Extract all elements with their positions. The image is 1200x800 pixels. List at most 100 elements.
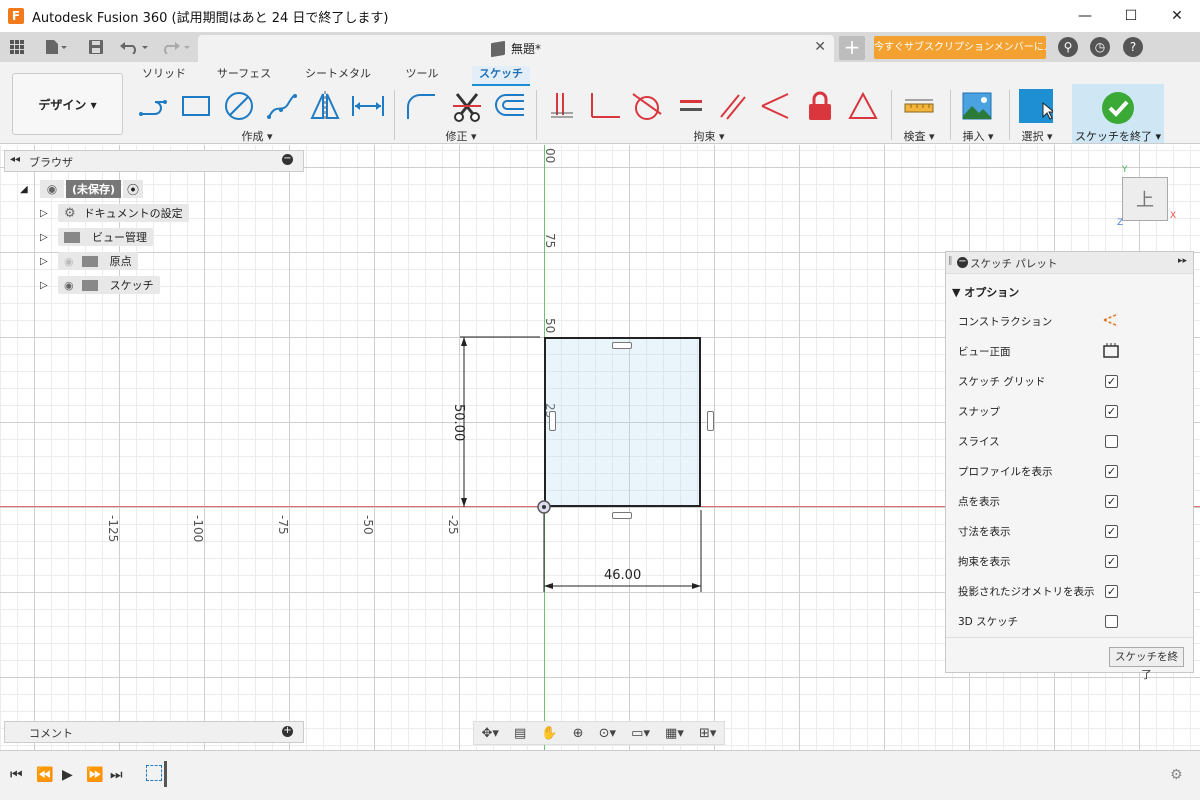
help-icon[interactable]: ? — [1123, 37, 1143, 57]
vertical-dimension-value[interactable]: 50.00 — [451, 404, 466, 444]
subscribe-button[interactable]: 今すぐサブスクリプションメンバーに... — [874, 36, 1046, 59]
modify-group-label[interactable]: 修正 ▾ — [436, 128, 486, 144]
step-forward-icon[interactable]: ⏩ — [86, 767, 103, 783]
tab-sketch[interactable]: スケッチ — [472, 66, 530, 86]
timeline-marker[interactable] — [164, 761, 167, 787]
select-group-label[interactable]: 選択 ▾ — [1014, 128, 1060, 144]
browser-minimize-icon[interactable]: − — [282, 154, 293, 165]
tab-tools[interactable]: ツール — [402, 66, 442, 86]
sketch-grid-checkbox[interactable]: ✓ — [1105, 375, 1118, 388]
equal-constraint-icon[interactable] — [674, 89, 708, 123]
tangent-constraint-icon[interactable] — [630, 89, 664, 123]
sketch-dimension-icon[interactable] — [351, 89, 385, 123]
insert-group-label[interactable]: 挿入 ▾ — [955, 128, 1001, 144]
tab-sheet-metal[interactable]: シートメタル — [304, 66, 372, 86]
browser-item-sketches[interactable]: ▷ ◉ スケッチ — [40, 275, 160, 295]
zoom-icon[interactable]: ⊕ — [573, 726, 584, 741]
fit-zoom-icon[interactable]: ⊙▾ — [599, 726, 616, 741]
trim-scissors-icon[interactable] — [450, 89, 484, 123]
show-points-checkbox[interactable]: ✓ — [1105, 495, 1118, 508]
palette-expand-icon[interactable]: ▸▸ — [1178, 256, 1187, 266]
save-icon[interactable] — [86, 32, 106, 62]
symmetry-triangle-icon[interactable] — [846, 89, 880, 123]
construction-icon[interactable] — [1102, 311, 1120, 332]
new-tab-button[interactable]: + — [839, 36, 865, 60]
show-profile-checkbox[interactable]: ✓ — [1105, 465, 1118, 478]
viewcube[interactable]: 上 — [1122, 177, 1168, 221]
tab-solid[interactable]: ソリッド — [142, 66, 186, 86]
expand-triangle-icon[interactable]: ◢ — [20, 184, 40, 195]
browser-item-origin[interactable]: ▷ ◉ 原点 — [40, 251, 138, 271]
sketch-feature-icon[interactable] — [146, 765, 162, 781]
show-dimensions-checkbox[interactable]: ✓ — [1105, 525, 1118, 538]
midpoint-constraint-icon[interactable] — [758, 89, 792, 123]
expand-chevron-icon[interactable]: ▷ — [40, 256, 50, 267]
palette-header[interactable]: ‖ − スケッチ パレット ▸▸ — [946, 252, 1193, 274]
grid-settings-icon[interactable]: ▦▾ — [665, 726, 684, 741]
go-to-start-icon[interactable]: ⏮ — [10, 767, 23, 783]
document-tab-close-icon[interactable]: ✕ — [814, 39, 826, 55]
create-group-label[interactable]: 作成 ▾ — [222, 128, 292, 144]
palette-finish-sketch-button[interactable]: スケッチを終了 — [1109, 647, 1184, 681]
orbit-icon[interactable]: ✥▾ — [482, 726, 499, 741]
hidden-eye-icon[interactable]: ◉ — [64, 255, 74, 268]
rectangle-tool-icon[interactable] — [179, 89, 213, 123]
data-panel-grid-icon[interactable] — [6, 32, 28, 62]
browser-root-row[interactable]: ◢ ◉ (未保存) ⦿ — [20, 179, 144, 199]
constraints-group-label[interactable]: 拘束 ▾ — [682, 128, 736, 144]
expand-chevron-icon[interactable]: ▷ — [40, 208, 50, 219]
notifications-clock-icon[interactable]: ◷ — [1090, 37, 1110, 57]
look-at-nav-icon[interactable]: ▤ — [514, 726, 526, 741]
browser-item-named-views[interactable]: ▷ ビュー管理 — [40, 227, 153, 247]
step-back-icon[interactable]: ⏪ — [36, 767, 53, 783]
palette-collapse-icon[interactable]: − — [957, 257, 968, 268]
horizontal-dimension-value[interactable]: 46.00 — [604, 568, 641, 583]
perpendicular-constraint-icon[interactable] — [588, 89, 622, 123]
browser-panel-header[interactable]: ◂◂ ブラウザ − — [4, 150, 304, 172]
measure-ruler-icon[interactable] — [902, 89, 936, 123]
document-tab[interactable]: 無題* ✕ — [198, 35, 834, 62]
offset-tool-icon[interactable] — [492, 89, 526, 123]
browser-item-document-settings[interactable]: ▷ ⚙ ドキュメントの設定 — [40, 203, 189, 223]
fillet-tool-icon[interactable] — [404, 89, 438, 123]
visibility-eye-icon[interactable]: ◉ — [64, 279, 74, 292]
activate-component-icon[interactable]: ⦿ — [123, 180, 144, 198]
go-to-end-icon[interactable]: ⏭ — [110, 767, 123, 783]
show-projected-checkbox[interactable]: ✓ — [1105, 585, 1118, 598]
minimize-button[interactable]: — — [1062, 0, 1108, 32]
job-status-icon[interactable]: ⚲ — [1058, 37, 1078, 57]
expand-chevron-icon[interactable]: ▷ — [40, 280, 50, 291]
expand-chevron-icon[interactable]: ▷ — [40, 232, 50, 243]
spline-tool-icon[interactable] — [265, 89, 299, 123]
snap-checkbox[interactable]: ✓ — [1105, 405, 1118, 418]
mirror-tool-icon[interactable] — [308, 89, 342, 123]
tab-surface[interactable]: サーフェス — [216, 66, 272, 86]
display-settings-icon[interactable]: ▭▾ — [631, 726, 650, 741]
coincident-constraint-icon[interactable] — [545, 89, 579, 123]
browser-root-label[interactable]: (未保存) — [66, 180, 122, 198]
slice-checkbox[interactable] — [1105, 435, 1118, 448]
palette-grip-icon[interactable]: ‖ — [948, 256, 953, 266]
timeline-settings-gear-icon[interactable]: ⚙ — [1170, 767, 1183, 783]
select-cursor-icon[interactable] — [1019, 89, 1053, 123]
maximize-button[interactable]: ☐ — [1108, 0, 1154, 32]
parallel-constraint-icon[interactable] — [716, 89, 750, 123]
show-constraints-checkbox[interactable]: ✓ — [1105, 555, 1118, 568]
circle-tool-icon[interactable] — [222, 89, 256, 123]
fix-lock-icon[interactable] — [803, 89, 837, 123]
redo-icon[interactable] — [160, 32, 194, 62]
collapse-browser-icon[interactable]: ◂◂ — [10, 154, 20, 165]
viewports-icon[interactable]: ⊞▾ — [699, 726, 716, 741]
visibility-eye-icon[interactable]: ◉ — [40, 180, 64, 198]
look-at-icon[interactable] — [1102, 342, 1120, 361]
play-icon[interactable]: ▶ — [62, 767, 73, 783]
workspace-switcher[interactable]: デザイン ▾ — [12, 73, 123, 135]
comments-panel[interactable]: コメント + — [4, 721, 304, 743]
insert-image-icon[interactable] — [960, 89, 994, 123]
close-button[interactable]: ✕ — [1154, 0, 1200, 32]
file-menu-icon[interactable] — [40, 32, 72, 62]
undo-icon[interactable] — [118, 32, 152, 62]
finish-sketch-button[interactable]: スケッチを終了 ▾ — [1072, 84, 1164, 143]
line-tool-icon[interactable] — [136, 89, 170, 123]
palette-options-section[interactable]: ▼ オプション — [952, 284, 1019, 300]
